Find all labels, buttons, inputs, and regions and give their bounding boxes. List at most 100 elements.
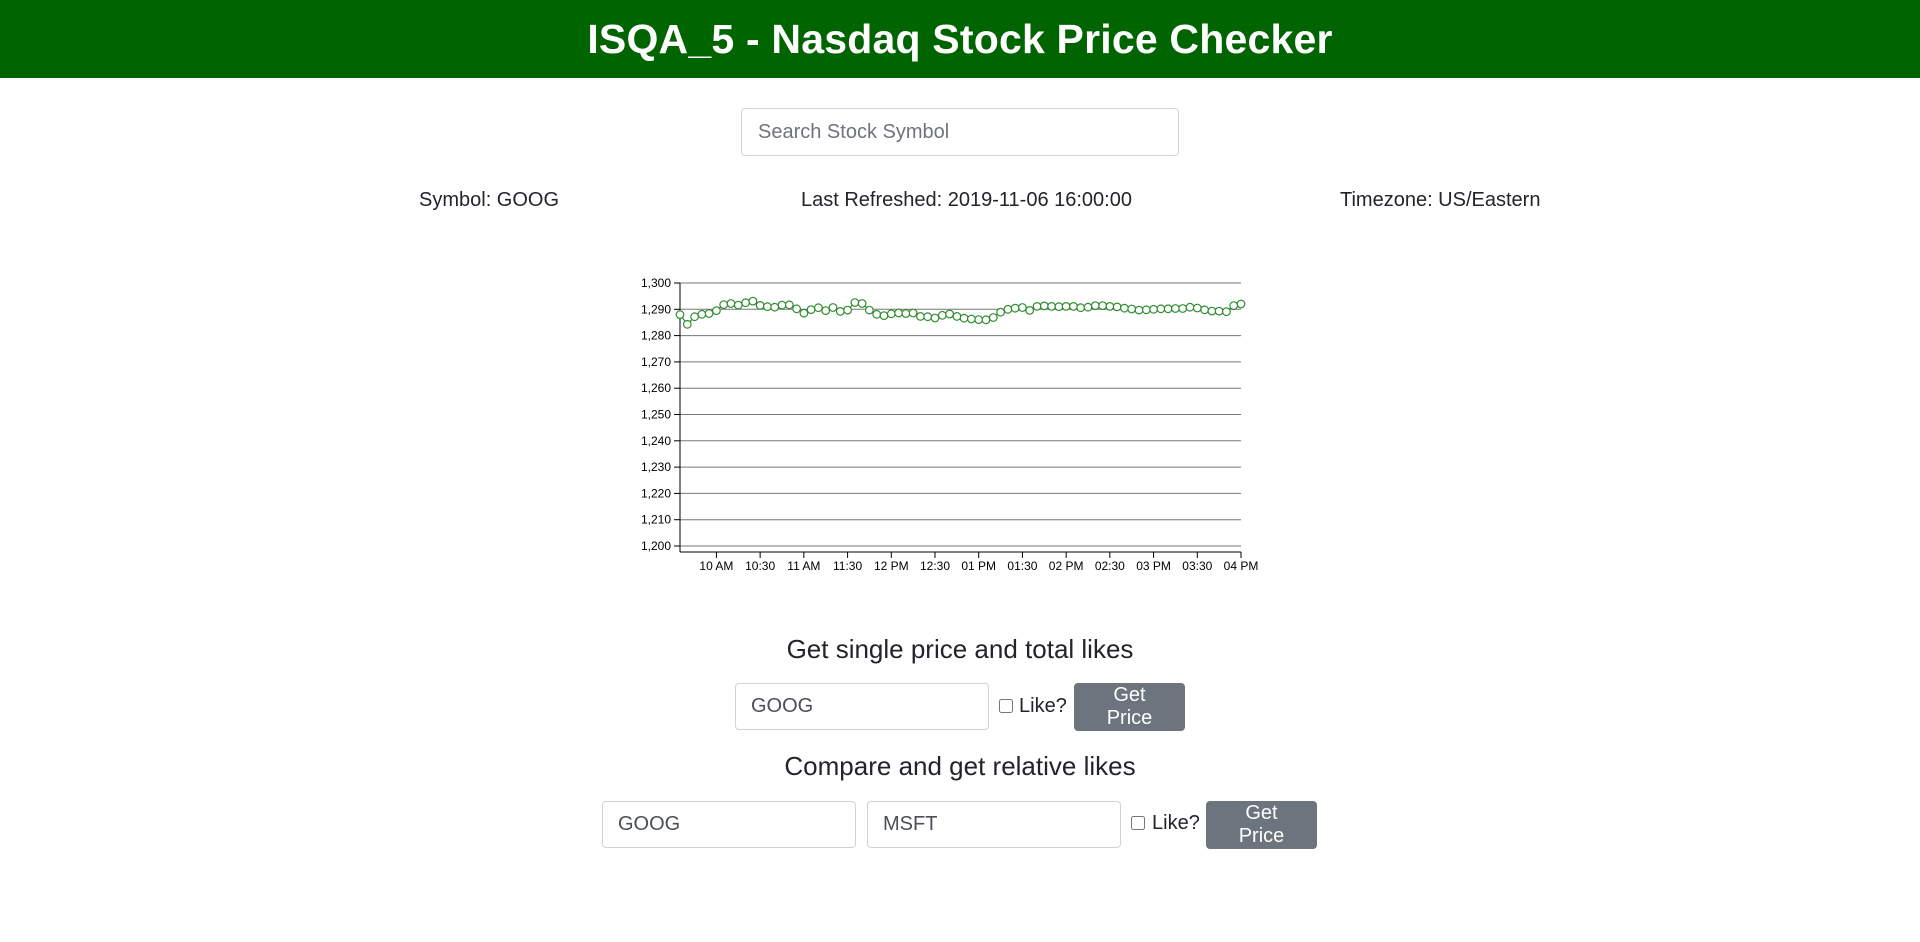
single-stock-input[interactable] (735, 683, 989, 730)
price-point (894, 308, 904, 318)
price-point (1200, 305, 1209, 315)
x-tick-label: 12 PM (874, 559, 909, 573)
price-point (1083, 302, 1093, 312)
price-point (711, 306, 721, 315)
timezone-info: Timezone: US/Eastern (1340, 189, 1541, 211)
last-refreshed-info: Last Refreshed: 2019-11-06 16:00:00 (801, 189, 1132, 211)
y-tick-label: 1,220 (641, 486, 671, 500)
price-point (1171, 304, 1180, 313)
search-input[interactable] (741, 108, 1179, 156)
price-point (770, 302, 780, 312)
price-point (1192, 303, 1202, 313)
x-tick-label: 10:30 (745, 559, 775, 573)
price-point (996, 307, 1006, 317)
price-point (821, 306, 831, 315)
price-point (792, 304, 802, 314)
compare-like-checkbox[interactable] (1131, 816, 1145, 830)
search-container (741, 108, 1179, 156)
price-point (828, 303, 838, 312)
y-tick-label: 1,240 (641, 434, 671, 448)
price-point (937, 310, 947, 320)
compare-stock2-input[interactable] (867, 801, 1121, 848)
price-point (1229, 301, 1239, 310)
page-header: ISQA_5 - Nasdaq Stock Price Checker (0, 0, 1920, 78)
y-tick-label: 1,270 (641, 355, 671, 369)
price-point (733, 300, 743, 310)
y-tick-label: 1,200 (641, 539, 671, 553)
x-tick-label: 03:30 (1182, 559, 1212, 573)
price-point (762, 302, 772, 312)
price-point (690, 312, 699, 322)
price-point (1112, 302, 1122, 312)
x-tick-label: 01:30 (1007, 559, 1037, 573)
price-point (719, 300, 729, 309)
price-point (1069, 302, 1078, 311)
price-point (784, 300, 794, 310)
price-point (916, 312, 925, 321)
y-tick-label: 1,300 (641, 276, 671, 290)
compare-like-label[interactable]: Like? (1152, 812, 1200, 835)
symbol-info: Symbol: GOOG (419, 189, 560, 211)
price-point (945, 309, 955, 319)
single-price-title: Get single price and total likes (786, 634, 1134, 664)
x-tick-label: 01 PM (961, 559, 996, 573)
price-point (886, 309, 896, 319)
price-chart: 1,200 1,210 1,220 1,230 1,240 1,250 1,260 1,270… (620, 268, 1270, 578)
price-point (755, 301, 765, 310)
price-point (1178, 304, 1188, 313)
price-point (835, 307, 845, 316)
price-chart-svg: 1,200 1,210 1,220 1,230 1,240 1,250 1,260 1,270… (641, 276, 1258, 573)
price-point (872, 309, 882, 319)
price-point (864, 305, 874, 315)
price-point (806, 305, 816, 314)
y-tick-label: 1,280 (641, 329, 671, 343)
price-point (908, 308, 918, 318)
price-point (1010, 303, 1020, 313)
price-point (1039, 301, 1049, 311)
price-point (748, 296, 758, 306)
page-title: ISQA_5 - Nasdaq Stock Price Checker (587, 15, 1333, 62)
price-point (741, 298, 750, 308)
price-point (1003, 304, 1013, 314)
price-point (777, 300, 787, 310)
x-tick-label: 02 PM (1049, 559, 1084, 573)
price-point (697, 309, 707, 319)
price-point (981, 315, 991, 325)
price-point (1207, 306, 1217, 316)
price-point (1054, 302, 1064, 312)
x-tick-label: 12:30 (920, 559, 950, 573)
price-point (1127, 304, 1137, 314)
price-point (704, 309, 714, 318)
price-point (857, 299, 867, 308)
x-tick-label: 03 PM (1136, 559, 1171, 573)
single-get-price-button[interactable]: Get Price (1074, 683, 1185, 731)
price-point (1061, 302, 1071, 311)
price-point (952, 312, 962, 321)
price-point (682, 319, 692, 329)
x-tick-label: 02:30 (1095, 559, 1125, 573)
price-point (967, 314, 976, 324)
price-point (675, 310, 685, 319)
price-point (930, 313, 940, 323)
price-point (1141, 305, 1151, 315)
single-like-checkbox[interactable] (999, 699, 1013, 713)
single-like-label[interactable]: Like? (1019, 695, 1067, 718)
y-tick-label: 1,290 (641, 302, 671, 316)
price-point (1185, 302, 1195, 312)
price-point (1222, 307, 1231, 317)
price-point (850, 298, 860, 307)
price-point (813, 303, 823, 313)
price-point (1047, 302, 1057, 311)
price-point (1098, 301, 1108, 310)
price-point (799, 308, 809, 318)
price-point (1105, 302, 1115, 311)
price-point (1214, 306, 1224, 316)
compare-get-price-button[interactable]: Get Price (1206, 801, 1317, 849)
price-point (726, 299, 736, 308)
compare-stock1-input[interactable] (602, 801, 856, 848)
price-point (974, 315, 984, 324)
y-tick-label: 1,210 (641, 513, 671, 527)
x-tick-label: 10 AM (699, 559, 733, 573)
price-point (1134, 305, 1144, 315)
x-tick-label: 11:30 (833, 559, 862, 573)
